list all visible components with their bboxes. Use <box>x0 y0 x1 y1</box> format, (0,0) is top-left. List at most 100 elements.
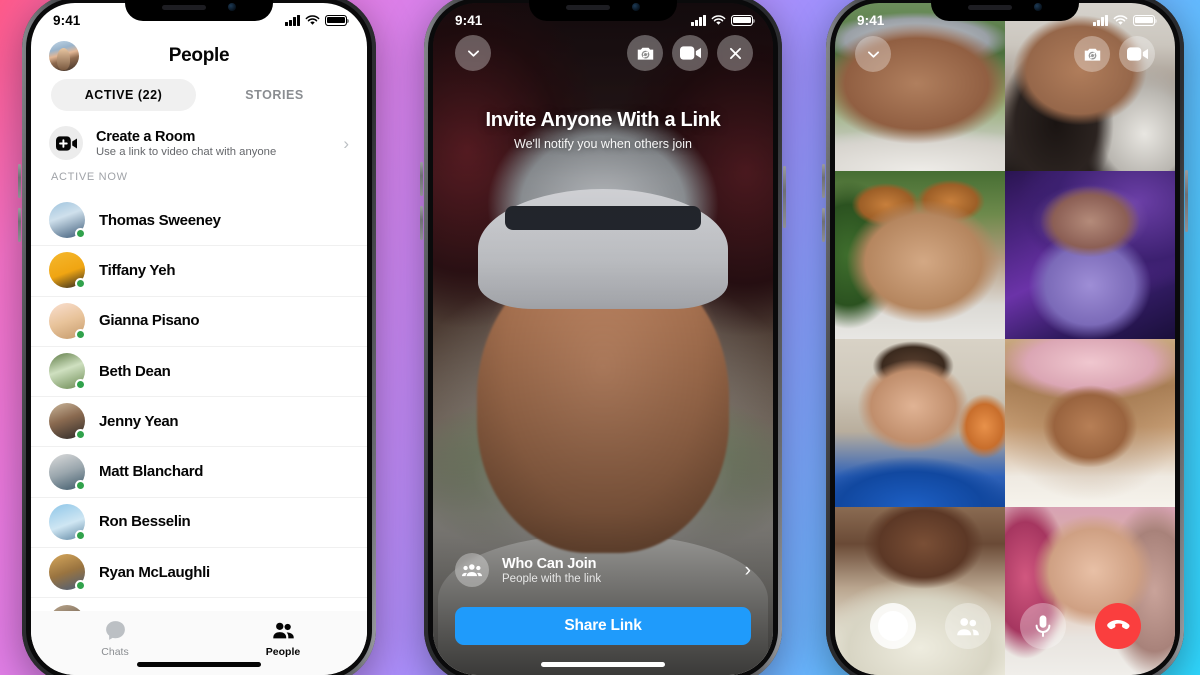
who-can-join-subtitle: People with the link <box>502 572 602 585</box>
list-item[interactable]: Thomas Sweeney <box>31 195 367 245</box>
tab-chats[interactable]: Chats <box>31 618 199 658</box>
circle-icon <box>877 611 908 641</box>
list-item[interactable]: Jenny Yean <box>31 396 367 446</box>
people-group-icon <box>455 553 489 587</box>
create-a-room-row[interactable]: Create a Room Use a link to video chat w… <box>31 117 367 169</box>
chevron-down-icon <box>467 49 479 57</box>
tab-people[interactable]: People <box>199 618 367 658</box>
volume-down-button[interactable] <box>822 208 825 242</box>
contact-name: Matt Blanchard <box>99 463 204 481</box>
battery-icon <box>325 14 350 26</box>
status-time: 9:41 <box>857 12 885 28</box>
power-button[interactable] <box>1185 170 1188 232</box>
contact-name: Tiffany Yeh <box>99 261 176 279</box>
close-button[interactable] <box>717 35 753 71</box>
battery-icon <box>1133 14 1158 26</box>
tab-active[interactable]: ACTIVE (22) <box>51 79 196 111</box>
participant-tile[interactable] <box>1005 171 1175 339</box>
participant-tile[interactable] <box>835 507 1005 675</box>
minimize-button[interactable] <box>455 35 491 71</box>
phone-1-screen: 9:41 People ACTIVE (22) STORIES Create a… <box>31 3 367 675</box>
online-status-dot <box>75 479 86 491</box>
volume-down-button[interactable] <box>420 206 423 240</box>
avatar[interactable] <box>49 41 79 71</box>
invite-title: Invite Anyone With a Link <box>485 109 721 131</box>
video-toggle-button[interactable] <box>672 35 708 71</box>
list-item[interactable]: Ryan McLaughli <box>31 547 367 597</box>
contact-name: Ron Besselin <box>99 513 191 531</box>
close-x-icon <box>729 47 741 59</box>
tab-strip: ACTIVE (22) STORIES <box>31 79 367 111</box>
phone-hangup-icon <box>1106 619 1130 630</box>
video-plus-icon <box>49 126 83 160</box>
video-camera-icon <box>679 46 701 60</box>
online-status-dot <box>75 278 86 290</box>
microphone-button[interactable] <box>1019 603 1066 649</box>
online-status-dot <box>75 529 86 541</box>
avatar <box>49 453 86 491</box>
call-top-controls[interactable] <box>835 35 1175 73</box>
create-room-title: Create a Room <box>96 128 196 145</box>
participant-tile[interactable] <box>835 171 1005 339</box>
list-item[interactable]: Beth Dean <box>31 346 367 396</box>
chevron-down-icon <box>867 50 879 58</box>
volume-up-button[interactable] <box>18 164 21 198</box>
avatar <box>49 403 86 441</box>
hangup-button[interactable] <box>1094 603 1141 649</box>
participants-button[interactable] <box>944 603 991 649</box>
cellular-bars-icon <box>1093 14 1108 26</box>
phone-3-screen: 9:41 <box>835 3 1175 675</box>
front-camera <box>1034 3 1042 11</box>
cellular-bars-icon <box>691 14 706 26</box>
online-status-dot <box>75 379 86 391</box>
flip-camera-button[interactable] <box>1074 36 1110 72</box>
contacts-list[interactable]: Thomas Sweeney Tiffany Yeh Gianna Pisano… <box>31 195 367 675</box>
camera-flip-icon <box>637 47 653 60</box>
volume-down-button[interactable] <box>18 208 21 242</box>
volume-up-button[interactable] <box>822 164 825 198</box>
list-item[interactable]: Ron Besselin <box>31 497 367 547</box>
volume-up-button[interactable] <box>420 162 423 196</box>
video-toggle-button[interactable] <box>1119 36 1155 72</box>
effects-button[interactable] <box>869 603 916 649</box>
flip-camera-button[interactable] <box>627 35 663 71</box>
chevron-right-icon: › <box>744 559 751 581</box>
avatar <box>49 554 86 592</box>
list-item[interactable]: Tiffany Yeh <box>31 245 367 295</box>
screenshot-root: 9:41 People ACTIVE (22) STORIES Create a… <box>0 0 1200 675</box>
home-indicator <box>137 662 261 667</box>
list-item[interactable]: Gianna Pisano <box>31 296 367 346</box>
online-status-dot <box>75 580 86 592</box>
invite-subtitle: We'll notify you when others join <box>514 137 692 151</box>
contact-name: Jenny Yean <box>99 412 179 430</box>
share-link-button[interactable]: Share Link <box>455 607 751 645</box>
who-can-join-title: Who Can Join <box>502 555 597 572</box>
earpiece-speaker <box>566 4 610 10</box>
cellular-bars-icon <box>285 14 300 26</box>
list-item[interactable]: Matt Blanchard <box>31 446 367 496</box>
participant-tile[interactable] <box>1005 507 1175 675</box>
wifi-icon <box>1113 14 1128 25</box>
notch <box>529 0 677 21</box>
participant-tile[interactable] <box>1005 339 1175 507</box>
who-can-join-row[interactable]: Who Can Join People with the link › <box>449 553 757 587</box>
front-camera <box>228 3 236 11</box>
minimize-button[interactable] <box>855 36 891 72</box>
notch <box>125 0 273 21</box>
microphone-icon <box>1035 615 1050 637</box>
participant-tile[interactable] <box>835 339 1005 507</box>
chat-bubble-icon <box>105 621 125 640</box>
section-label-active-now: ACTIVE NOW <box>51 171 128 183</box>
call-top-controls[interactable] <box>627 35 753 71</box>
app-header: People <box>31 33 367 79</box>
online-status-dot <box>75 328 86 340</box>
wifi-icon <box>711 14 726 25</box>
call-bottom-controls[interactable] <box>835 603 1175 649</box>
tab-stories[interactable]: STORIES <box>202 79 347 111</box>
avatar <box>49 202 86 240</box>
avatar <box>49 302 86 340</box>
power-button[interactable] <box>783 166 786 228</box>
earpiece-speaker <box>162 4 206 10</box>
contact-name: Thomas Sweeney <box>99 211 221 229</box>
contact-name: Gianna Pisano <box>99 312 200 330</box>
